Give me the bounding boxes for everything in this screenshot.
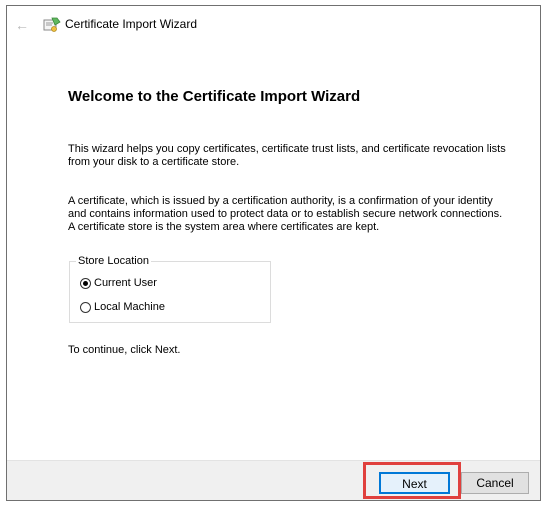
window-title: Certificate Import Wizard — [65, 17, 198, 31]
next-button[interactable]: Next — [379, 472, 450, 494]
certificate-icon — [43, 17, 61, 32]
title-bar: ← Certificate Import Wizard — [7, 6, 540, 44]
local-machine-option[interactable]: Local Machine — [80, 299, 165, 315]
cancel-button[interactable]: Cancel — [461, 472, 529, 494]
current-user-radio[interactable] — [80, 277, 91, 289]
page-heading: Welcome to the Certificate Import Wizard — [68, 88, 361, 105]
store-location-group: Store Location Current User Local Machin… — [69, 255, 271, 323]
local-machine-label: Local Machine — [94, 301, 165, 313]
store-location-legend: Store Location — [76, 255, 151, 267]
description-text: A certificate, which is issued by a cert… — [68, 195, 503, 233]
back-arrow-icon[interactable]: ← — [13, 16, 31, 34]
wizard-window: ← Certificate Import Wizard Welcome to t… — [6, 5, 541, 501]
current-user-option[interactable]: Current User — [80, 275, 157, 291]
footer-bar: Next Cancel — [7, 460, 540, 500]
local-machine-radio[interactable] — [80, 301, 91, 313]
continue-text: To continue, click Next. — [68, 344, 181, 356]
current-user-label: Current User — [94, 277, 157, 289]
intro-text: This wizard helps you copy certificates,… — [68, 143, 506, 168]
